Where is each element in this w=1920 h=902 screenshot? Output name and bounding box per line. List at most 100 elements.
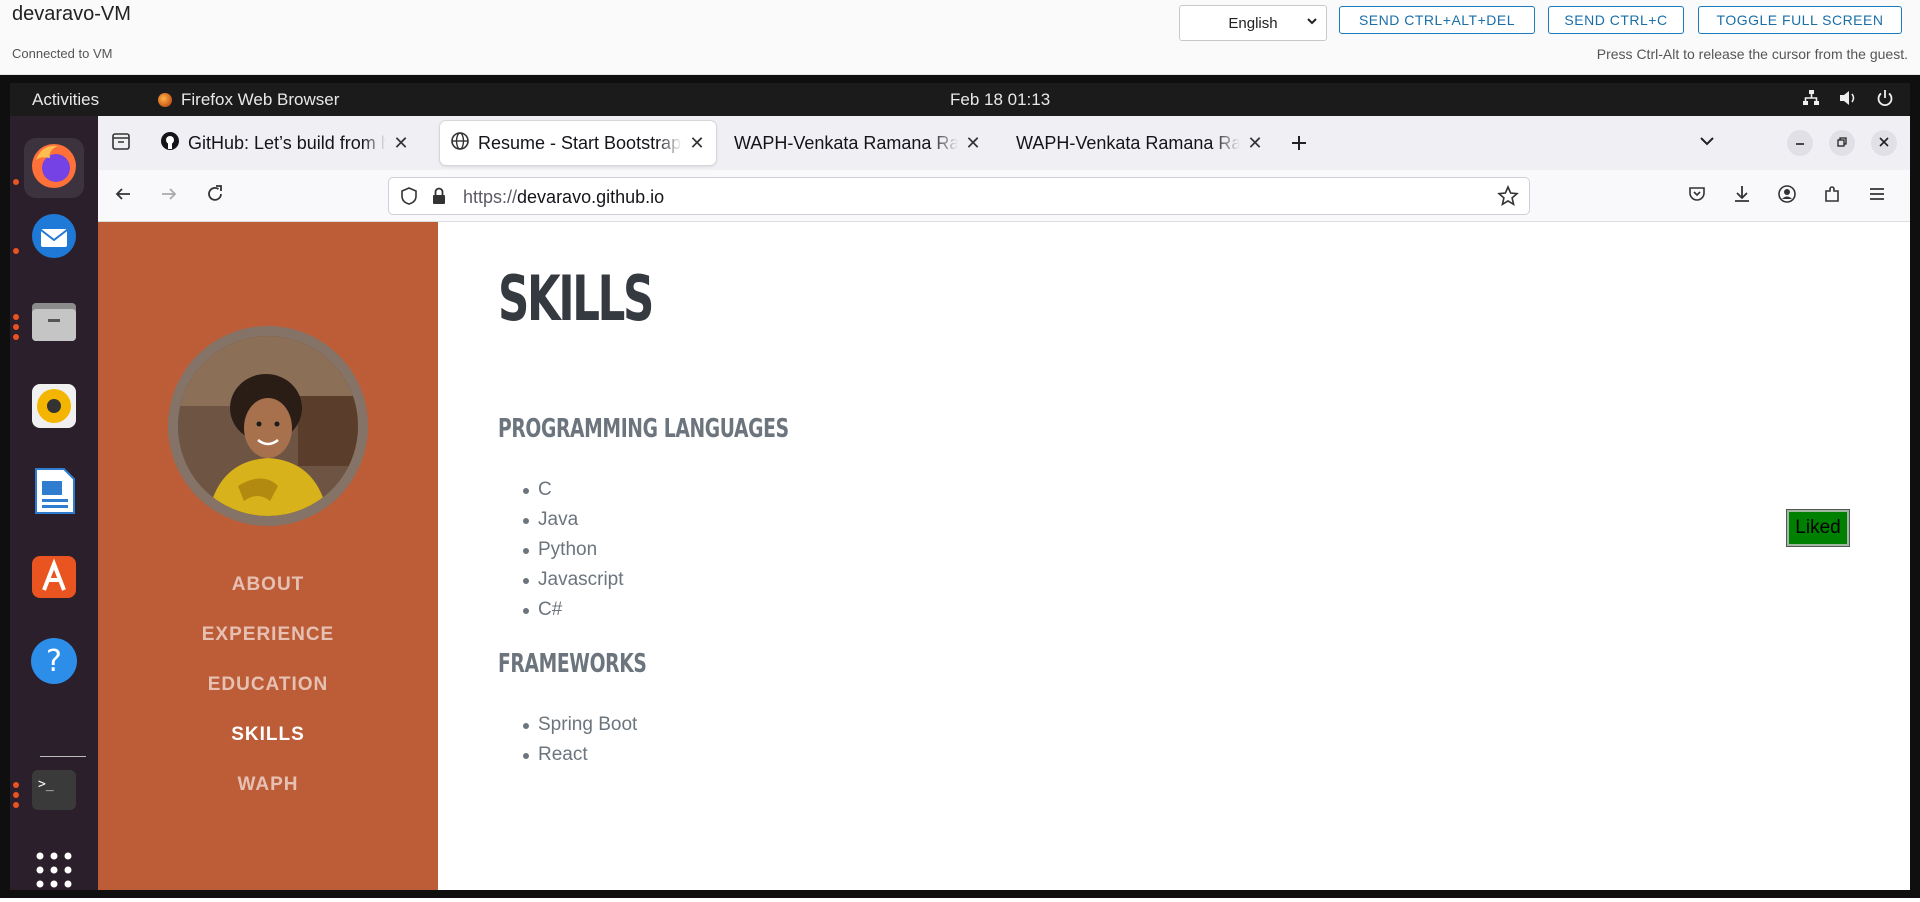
toggle-full-screen-button[interactable]: TOGGLE FULL SCREEN xyxy=(1698,6,1902,34)
running-indicator xyxy=(13,782,19,788)
programming-languages-list: C Java Python Javascript C# xyxy=(523,475,624,625)
chevron-down-icon xyxy=(1698,132,1716,155)
reload-button[interactable] xyxy=(198,179,232,213)
list-item: Java xyxy=(523,505,624,535)
dock-files[interactable] xyxy=(24,293,84,353)
dock-firefox[interactable] xyxy=(24,138,84,198)
address-bar[interactable]: https://devaravo.github.io xyxy=(388,177,1530,215)
chevron-down-icon xyxy=(1306,15,1318,30)
rhythmbox-icon xyxy=(28,380,80,437)
nav-education[interactable]: EDUCATION xyxy=(98,660,438,710)
new-tab-button[interactable] xyxy=(1282,126,1316,160)
send-ctrl-c-button[interactable]: SEND CTRL+C xyxy=(1548,6,1684,34)
list-item: C xyxy=(523,475,624,505)
extensions-button[interactable] xyxy=(1815,179,1849,213)
activities-button[interactable]: Activities xyxy=(32,90,99,110)
volume-icon xyxy=(1838,89,1858,112)
running-indicator xyxy=(13,324,19,330)
gnome-top-bar: Activities Firefox Web Browser Feb 18 01… xyxy=(10,83,1910,116)
tab-title: Resume - Start Bootstrap Theme xyxy=(478,132,682,153)
focused-app-name: Firefox Web Browser xyxy=(181,90,340,109)
url-text: https://devaravo.github.io xyxy=(463,187,664,208)
nav-skills[interactable]: SKILLS xyxy=(98,710,438,760)
close-tab-icon[interactable]: ✕ xyxy=(1244,133,1266,154)
tab-title: WAPH-Venkata Ramana Rao xyxy=(734,132,958,153)
tab-resume[interactable]: Resume - Start Bootstrap Theme ✕ xyxy=(440,121,716,165)
dock-app-center[interactable] xyxy=(24,548,84,608)
download-icon xyxy=(1732,184,1752,209)
puzzle-icon xyxy=(1822,184,1842,209)
sidebar-nav: ABOUT EXPERIENCE EDUCATION SKILLS WAPH xyxy=(98,560,438,810)
url-scheme: https:// xyxy=(463,187,518,207)
minimize-button[interactable] xyxy=(1787,130,1813,156)
writer-document-icon xyxy=(28,465,80,522)
lock-icon[interactable] xyxy=(429,186,449,211)
downloads-button[interactable] xyxy=(1725,179,1759,213)
list-all-tabs-button[interactable] xyxy=(1692,128,1722,158)
globe-icon xyxy=(450,131,470,156)
minimize-icon xyxy=(1794,135,1806,151)
thunderbird-icon xyxy=(28,210,80,267)
section-heading: SKILLS xyxy=(498,262,654,335)
firefox-window: GitHub: Let’s build from here ✕ Resume -… xyxy=(98,116,1910,890)
dock-separator xyxy=(40,756,86,757)
firefox-view-icon xyxy=(111,131,131,156)
tab-github[interactable]: GitHub: Let’s build from here ✕ xyxy=(150,121,420,165)
url-host: devaravo.github.io xyxy=(517,187,665,207)
tab-title: WAPH-Venkata Ramana Rao xyxy=(1016,132,1240,153)
running-indicator xyxy=(13,802,19,808)
close-tab-icon[interactable]: ✕ xyxy=(390,133,412,154)
tab-title: GitHub: Let’s build from here xyxy=(188,132,386,153)
restore-button[interactable] xyxy=(1829,130,1855,156)
forward-button[interactable] xyxy=(152,179,186,213)
system-tray[interactable] xyxy=(1802,89,1894,112)
svg-text:>_: >_ xyxy=(38,777,54,792)
tracking-protection-shield-icon[interactable] xyxy=(399,186,419,211)
arrow-right-icon xyxy=(159,184,179,209)
clock[interactable]: Feb 18 01:13 xyxy=(950,90,1050,110)
arrow-left-icon xyxy=(113,184,133,209)
focused-app-menu[interactable]: Firefox Web Browser xyxy=(158,90,339,110)
pocket-button[interactable] xyxy=(1680,179,1714,213)
ubuntu-dock: ? >_ xyxy=(10,116,98,890)
running-indicator xyxy=(13,248,19,254)
nav-waph[interactable]: WAPH xyxy=(98,760,438,810)
dock-libreoffice-writer[interactable] xyxy=(24,463,84,523)
close-tab-icon[interactable]: ✕ xyxy=(962,133,984,154)
close-tab-icon[interactable]: ✕ xyxy=(686,133,708,154)
firefox-icon xyxy=(28,140,80,197)
close-window-button[interactable] xyxy=(1871,130,1897,156)
release-cursor-hint: Press Ctrl-Alt to release the cursor fro… xyxy=(1596,46,1908,62)
subheading-frameworks: FRAMEWORKS xyxy=(498,649,647,679)
terminal-icon: >_ xyxy=(28,764,80,821)
bookmark-star-icon[interactable] xyxy=(1497,184,1519,212)
menu-button[interactable] xyxy=(1860,179,1894,213)
tab-waph-1[interactable]: WAPH-Venkata Ramana Rao ✕ xyxy=(716,121,992,165)
firefox-view-button[interactable] xyxy=(104,126,138,160)
back-button[interactable] xyxy=(106,179,140,213)
dock-thunderbird[interactable] xyxy=(24,208,84,268)
navigation-toolbar: https://devaravo.github.io xyxy=(98,170,1910,222)
dock-help[interactable]: ? xyxy=(24,633,84,693)
dock-terminal[interactable]: >_ xyxy=(24,762,84,822)
running-indicator xyxy=(13,792,19,798)
keyboard-language-select[interactable]: English xyxy=(1179,5,1327,41)
liked-button[interactable]: Liked xyxy=(1786,509,1850,547)
pocket-icon xyxy=(1687,184,1707,209)
power-icon xyxy=(1876,89,1894,112)
vm-screen[interactable]: Activities Firefox Web Browser Feb 18 01… xyxy=(0,75,1920,898)
running-indicator xyxy=(13,334,19,340)
tab-waph-2[interactable]: WAPH-Venkata Ramana Rao ✕ xyxy=(998,121,1274,165)
frameworks-list: Spring Boot React xyxy=(522,710,637,770)
send-ctrl-alt-del-button[interactable]: SEND CTRL+ALT+DEL xyxy=(1339,6,1535,34)
reload-icon xyxy=(205,184,225,209)
tab-bar: GitHub: Let’s build from here ✕ Resume -… xyxy=(98,116,1910,170)
list-item: React xyxy=(522,740,637,770)
nav-experience[interactable]: EXPERIENCE xyxy=(98,610,438,660)
account-button[interactable] xyxy=(1770,179,1804,213)
show-applications-button[interactable] xyxy=(24,842,84,902)
nav-about[interactable]: ABOUT xyxy=(98,560,438,610)
dock-rhythmbox[interactable] xyxy=(24,378,84,438)
web-page: ABOUT EXPERIENCE EDUCATION SKILLS WAPH S… xyxy=(98,222,1910,890)
restore-icon xyxy=(1836,135,1848,151)
